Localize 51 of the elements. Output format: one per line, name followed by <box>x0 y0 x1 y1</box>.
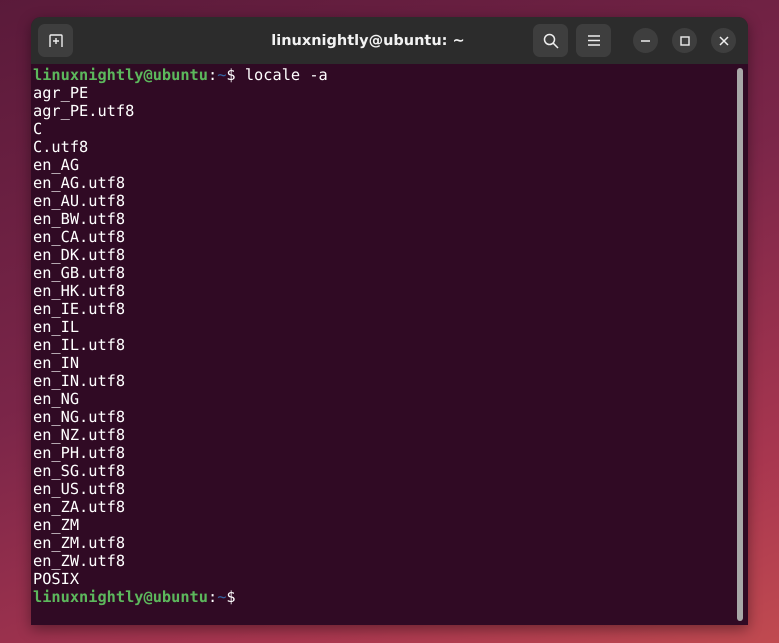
prompt-symbol: $ <box>226 66 236 84</box>
output-line: en_DK.utf8 <box>33 246 126 264</box>
close-button[interactable] <box>711 28 736 53</box>
prompt-user: linuxnightly@ubuntu <box>33 588 208 606</box>
output-line: en_NZ.utf8 <box>33 426 126 444</box>
minimize-icon <box>641 40 650 42</box>
output-line: agr_PE <box>33 84 88 102</box>
output-line: en_ZA.utf8 <box>33 498 126 516</box>
prompt-separator: : <box>208 66 218 84</box>
output-line: en_ZM.utf8 <box>33 534 126 552</box>
menu-icon <box>588 35 600 46</box>
output-line: en_IL <box>33 318 80 336</box>
output-line: en_AG <box>33 156 80 174</box>
output-line: en_GB.utf8 <box>33 264 126 282</box>
new-tab-button[interactable] <box>38 24 73 57</box>
output-line: en_NG.utf8 <box>33 408 126 426</box>
output-line: en_IE.utf8 <box>33 300 126 318</box>
output-line: en_HK.utf8 <box>33 282 126 300</box>
prompt-path: ~ <box>217 66 226 84</box>
output-line: en_NG <box>33 390 80 408</box>
output-line: C <box>33 120 42 138</box>
minimize-button[interactable] <box>633 28 658 53</box>
new-tab-icon <box>48 34 62 48</box>
prompt-symbol: $ <box>226 588 236 606</box>
output-line: en_AG.utf8 <box>33 174 126 192</box>
output-line: en_BW.utf8 <box>33 210 126 228</box>
close-icon <box>718 36 728 46</box>
prompt-user: linuxnightly@ubuntu <box>33 66 208 84</box>
output-line: en_US.utf8 <box>33 480 126 498</box>
output-line: en_IN <box>33 354 80 372</box>
search-icon <box>542 32 558 48</box>
prompt-separator: : <box>208 588 218 606</box>
maximize-icon <box>680 36 690 46</box>
output-line: C.utf8 <box>33 138 88 156</box>
maximize-button[interactable] <box>672 28 697 53</box>
output-line: en_CA.utf8 <box>33 228 126 246</box>
output-line: en_IL.utf8 <box>33 336 126 354</box>
search-button[interactable] <box>533 24 568 57</box>
output-line: POSIX <box>33 570 80 588</box>
output-line: agr_PE.utf8 <box>33 102 134 120</box>
output-line: en_SG.utf8 <box>33 462 126 480</box>
output-line: en_PH.utf8 <box>33 444 126 462</box>
menu-button[interactable] <box>576 24 611 57</box>
window-title: linuxnightly@ubuntu: ~ <box>270 32 466 48</box>
output-line: en_ZM <box>33 516 80 534</box>
output-line: en_ZW.utf8 <box>33 552 126 570</box>
scrollbar[interactable] <box>737 68 743 621</box>
prompt-path: ~ <box>217 588 226 606</box>
output-line: en_IN.utf8 <box>33 372 126 390</box>
output-line: en_AU.utf8 <box>33 192 126 210</box>
command-text: locale -a <box>244 66 328 84</box>
